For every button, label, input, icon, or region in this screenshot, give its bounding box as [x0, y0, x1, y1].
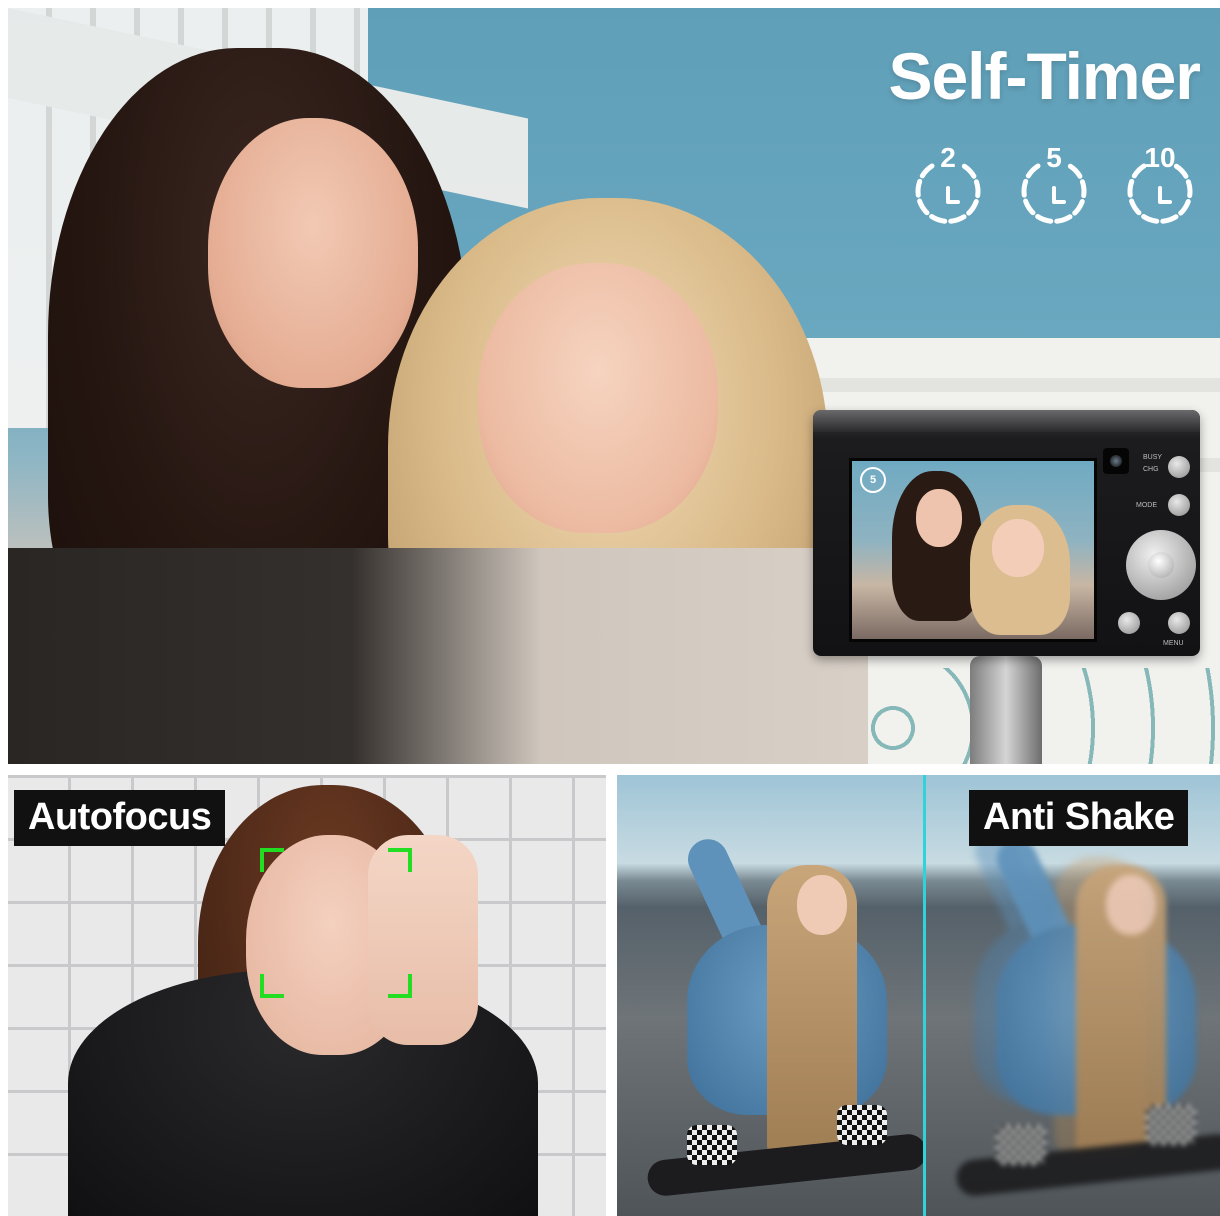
menu-label: MENU — [1163, 640, 1184, 647]
sharp-image — [617, 775, 923, 1216]
self-timer-title: Self-Timer — [888, 39, 1201, 113]
autofocus-frame-icon — [260, 848, 412, 998]
timer-10s-label: 10 — [1144, 142, 1176, 173]
busy-label: BUSY — [1143, 454, 1163, 461]
lcd-timer-icon: 5 — [860, 467, 886, 493]
autofocus-label: Autofocus — [14, 790, 226, 846]
self-timer-panel: Self-Timer 2 5 10 5 BUSY CHG MODE MENU — [8, 8, 1220, 764]
mode-label: MODE — [1136, 502, 1157, 509]
comparison-divider — [923, 775, 926, 1216]
mode-button — [1168, 494, 1190, 516]
person-left-face — [208, 118, 418, 388]
menu-button — [1168, 612, 1190, 634]
person-right-face — [478, 263, 718, 533]
camera-top — [813, 410, 1200, 432]
navigation-dial — [1126, 530, 1196, 600]
camera-lcd-screen: 5 — [849, 458, 1097, 642]
timer-5s-label: 5 — [1046, 142, 1062, 173]
timer-options: 2 5 10 — [910, 140, 1198, 224]
timer-5s-icon: 5 — [1016, 140, 1092, 224]
camera-back: 5 BUSY CHG MODE MENU — [813, 410, 1200, 656]
camera-button-top — [1168, 456, 1190, 478]
viewfinder-lens — [1103, 448, 1129, 474]
anti-shake-label: Anti Shake — [969, 790, 1189, 846]
timer-10s-icon: 10 — [1122, 140, 1198, 224]
chg-label: CHG — [1143, 466, 1159, 473]
timer-2s-label: 2 — [940, 142, 956, 173]
playback-button — [1118, 612, 1140, 634]
sweaters — [8, 548, 868, 764]
tripod — [970, 656, 1042, 764]
timer-2s-icon: 2 — [910, 140, 986, 224]
